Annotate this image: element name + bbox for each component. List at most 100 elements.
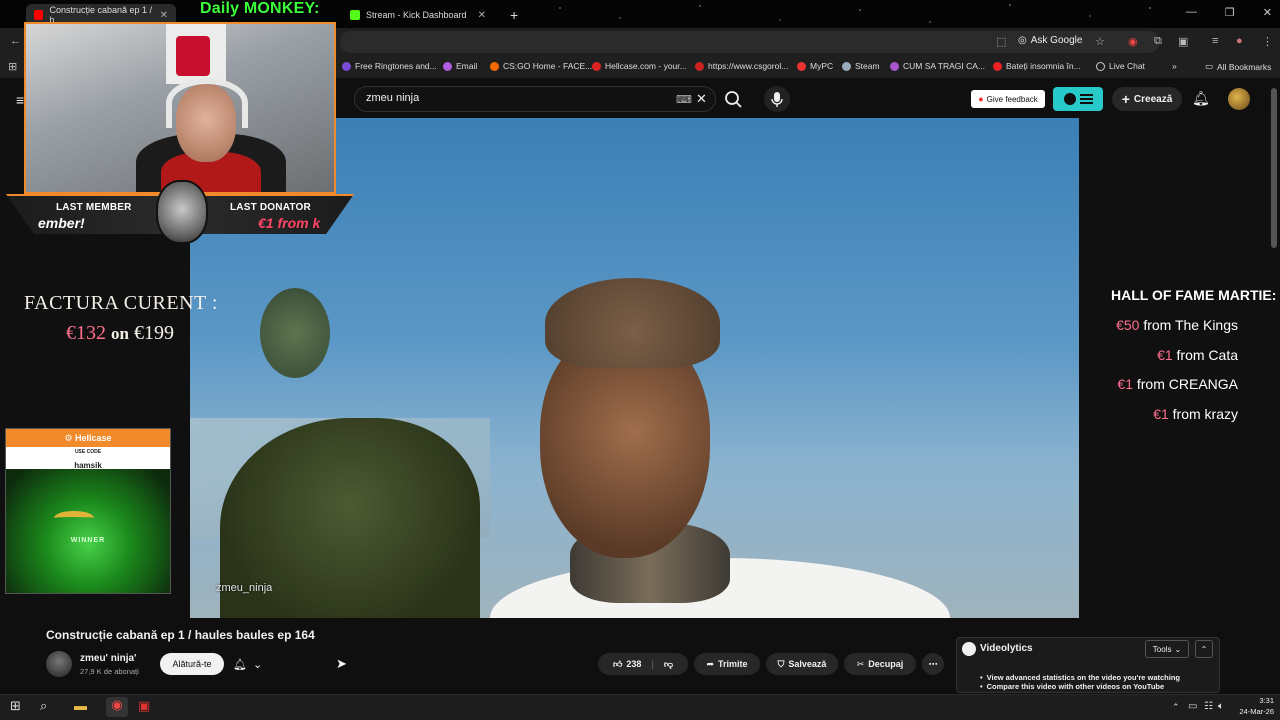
lens-icon: ◎ <box>1018 35 1027 46</box>
clip-button[interactable]: ✂ Decupaj <box>844 653 916 675</box>
bookmark-item[interactable]: Steam <box>842 61 880 71</box>
more-actions-button[interactable]: ⋯ <box>922 653 944 675</box>
share-button[interactable]: ➦ Trimite <box>694 653 760 675</box>
maximize-icon[interactable]: ❐ <box>1225 6 1235 19</box>
extension-menu-button[interactable] <box>1053 87 1103 111</box>
bookmark-item[interactable]: Hellcase.com - your... <box>592 61 687 71</box>
hellcase-brand-label: Hellcase <box>75 433 112 443</box>
hamburger-menu-icon[interactable]: ≡ <box>16 92 24 108</box>
last-member-label: LAST MEMBER <box>56 202 132 213</box>
save-button[interactable]: ⛉ Salvează <box>766 653 838 675</box>
bookmark-item[interactable]: Live Chat <box>1096 61 1145 71</box>
bookmark-item[interactable]: CS:GO Home - FACE... <box>490 61 592 71</box>
hof-amount: €1 <box>1157 347 1173 363</box>
hellcase-ad: ⚙ Hellcase USE CODE hamsik WINNER <box>5 428 171 594</box>
video-scene-beanie <box>545 278 720 368</box>
hof-amount: €1 <box>1153 406 1169 422</box>
tab-kick-dashboard[interactable]: Stream - Kick Dashboard ✕ <box>342 4 494 26</box>
channel-name[interactable]: zmeu' ninja' <box>80 653 136 664</box>
windows-taskbar <box>0 694 1280 720</box>
like-button[interactable]: 👍︎ 238 | 👎︎ <box>598 653 688 675</box>
bookmark-item[interactable]: MyPC <box>797 61 833 71</box>
profile-icon[interactable]: ● <box>1236 35 1243 47</box>
join-button[interactable]: Alătură-te <box>160 653 224 675</box>
new-tab-button[interactable]: + <box>502 4 522 26</box>
back-icon[interactable]: ← <box>10 35 21 47</box>
minimize-icon[interactable]: — <box>1186 6 1197 19</box>
videolytics-logo-icon <box>962 642 976 656</box>
subscribe-notifications-button[interactable]: 🔔︎ ⌄ <box>233 653 273 675</box>
taskbar-clock[interactable]: 3:31 24-Mar-26 <box>1230 695 1274 717</box>
clock-date: 24-Mar-26 <box>1239 707 1274 716</box>
tray-expand-icon[interactable]: ⌃ <box>1172 702 1180 713</box>
hof-text: from Cata <box>1176 347 1238 363</box>
hall-of-fame-title: HALL OF FAME MARTIE: <box>1111 287 1277 303</box>
chrome-menu-icon[interactable]: ⋮ <box>1262 35 1273 48</box>
keyboard-icon[interactable]: ⌨ <box>676 93 692 106</box>
file-explorer-icon[interactable]: ▬ <box>74 698 87 713</box>
page-scrollbar[interactable] <box>1271 88 1277 248</box>
like-count: 238 <box>626 659 642 669</box>
screenshot-icon[interactable]: ▣ <box>1178 35 1188 48</box>
search-button[interactable] <box>716 86 752 112</box>
hof-amount: €1 <box>1117 376 1133 392</box>
bookmark-item[interactable]: Bateți insomnia în... <box>993 61 1081 71</box>
save-label: Salvează <box>788 659 827 669</box>
close-tab-icon[interactable]: ✕ <box>478 10 486 21</box>
search-query: zmeu ninja <box>366 92 420 104</box>
close-window-icon[interactable]: ✕ <box>1263 6 1272 19</box>
chevron-up-icon: ⌃ <box>1200 644 1208 654</box>
scissors-icon: ✂ <box>856 658 865 669</box>
channel-avatar[interactable] <box>46 651 72 677</box>
list-menu-icon <box>1064 93 1093 105</box>
headphones-icon <box>166 78 248 128</box>
bookmark-item[interactable]: CUM SA TRAGI CA... <box>890 61 985 71</box>
obs-taskbar-icon[interactable]: ▣ <box>138 698 150 714</box>
thumbs-down-icon[interactable]: 👎︎ <box>664 659 673 670</box>
close-tab-icon[interactable]: ✕ <box>160 10 168 21</box>
bookmark-label: Free Ringtones and... <box>355 61 437 71</box>
videolytics-title: Videolytics <box>980 643 1033 654</box>
extensions-puzzle-icon[interactable]: ⧉ <box>1154 35 1162 48</box>
bookmark-favicon-icon <box>490 61 499 71</box>
bookmark-star-icon[interactable]: ☆ <box>1095 35 1105 48</box>
windows-start-icon[interactable]: ⊞ <box>10 698 21 714</box>
bookmark-item[interactable]: https://www.csgorol... <box>695 61 788 71</box>
voice-search-button[interactable] <box>764 86 790 112</box>
bookmark-icon: ⛉ <box>777 658 785 669</box>
factura-current: €132 <box>66 322 106 344</box>
bookmark-label: CS:GO Home - FACE... <box>503 61 593 71</box>
bookmark-item[interactable]: Free Ringtones and... <box>342 61 437 71</box>
mouse-cursor-icon: ➤ <box>336 656 347 671</box>
user-avatar[interactable] <box>1228 88 1250 110</box>
clear-search-icon[interactable]: ✕ <box>696 91 707 107</box>
factura-on: on <box>111 324 129 343</box>
bookmark-item[interactable]: Email <box>443 61 477 71</box>
tray-volume-icon[interactable]: 🔈︎ <box>1218 701 1224 712</box>
tray-wifi-icon[interactable]: ☷ <box>1204 701 1213 712</box>
chrome-taskbar-icon[interactable]: ◉ <box>106 697 128 717</box>
hellcase-code-box: USE CODE hamsik <box>6 447 170 470</box>
videolytics-tools-dropdown[interactable]: Tools ⌄ <box>1145 640 1189 658</box>
bookmark-label: Live Chat <box>1109 61 1145 71</box>
bookmark-favicon-icon <box>797 61 806 71</box>
give-feedback-button[interactable]: ● Give feedback <box>971 90 1045 108</box>
last-donator-value: €1 from k <box>258 215 320 231</box>
bookmarks-overflow-icon[interactable]: » <box>1172 61 1177 71</box>
tab-label: Stream - Kick Dashboard <box>366 10 467 20</box>
bookmark-favicon-icon <box>890 61 899 71</box>
videolytics-collapse-button[interactable]: ⌃ <box>1195 640 1213 658</box>
tray-network-icon[interactable]: ▭ <box>1188 701 1197 712</box>
apps-grid-icon[interactable]: ⊞ <box>8 60 17 73</box>
extension-icon[interactable]: ◉ <box>1128 35 1138 48</box>
bookmark-label: Email <box>456 61 478 71</box>
downloads-icon[interactable]: ≡ <box>1212 35 1218 47</box>
create-button[interactable]: + Creează <box>1112 87 1182 111</box>
install-icon[interactable]: ⬚ <box>996 35 1006 48</box>
hellcase-brand: ⚙ Hellcase <box>6 429 170 447</box>
all-bookmarks-button[interactable]: ▭ All Bookmarks <box>1205 61 1271 72</box>
subscriber-count: 27,9 K de abonați <box>80 667 139 676</box>
notifications-bell-icon[interactable]: 🔔︎ <box>1192 90 1210 107</box>
taskbar-search-icon[interactable]: ⌕ <box>40 698 47 714</box>
ask-google-button[interactable]: ◎ Ask Google <box>1018 35 1082 46</box>
